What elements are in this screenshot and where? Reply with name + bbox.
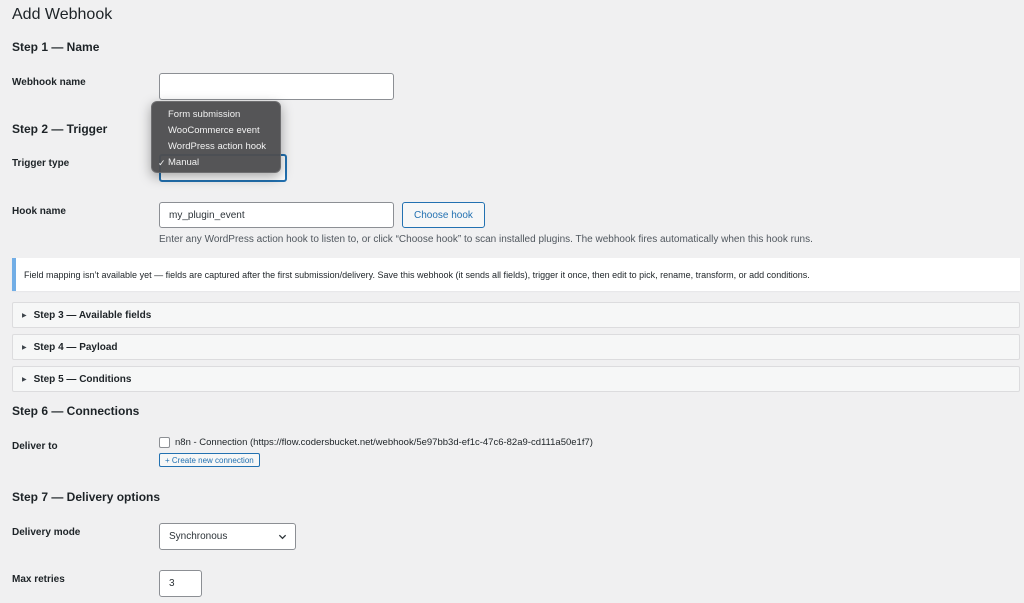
section-title: Step 5 — Conditions bbox=[33, 373, 132, 385]
checkmark-icon: ✓ bbox=[158, 158, 166, 168]
notice-text: Field mapping isn’t available yet — fiel… bbox=[24, 269, 810, 280]
step1-title: Step 1 — Name bbox=[12, 40, 100, 54]
delivery-mode-value: Synchronous bbox=[169, 531, 228, 542]
choose-hook-label: Choose hook bbox=[414, 209, 473, 221]
chevron-down-icon bbox=[278, 534, 287, 540]
option-label: Form submission bbox=[168, 109, 241, 120]
trigger-type-label: Trigger type bbox=[12, 158, 70, 169]
dropdown-option-form-submission[interactable]: Form submission bbox=[152, 107, 280, 123]
option-label: Manual bbox=[168, 157, 200, 168]
deliver-to-label: Deliver to bbox=[12, 441, 58, 452]
max-retries-input[interactable] bbox=[159, 570, 202, 597]
delivery-mode-label: Delivery mode bbox=[12, 527, 81, 538]
option-label: WordPress action hook bbox=[168, 141, 267, 152]
hook-name-label: Hook name bbox=[12, 206, 66, 217]
section-available-fields[interactable]: ▶ Step 3 — Available fields bbox=[12, 302, 1020, 328]
max-retries-label: Max retries bbox=[12, 574, 65, 585]
delivery-mode-select[interactable]: Synchronous bbox=[159, 523, 296, 550]
triangle-right-icon: ▶ bbox=[22, 312, 27, 319]
choose-hook-button[interactable]: Choose hook bbox=[402, 202, 485, 228]
step7-title: Step 7 — Delivery options bbox=[12, 490, 161, 504]
option-label: WooCommerce event bbox=[168, 125, 260, 136]
dropdown-option-manual[interactable]: ✓ Manual bbox=[152, 155, 280, 171]
triangle-right-icon: ▶ bbox=[22, 344, 27, 351]
connection-checkbox[interactable] bbox=[159, 437, 170, 448]
webhook-name-input[interactable] bbox=[159, 73, 394, 100]
dropdown-option-woocommerce-event[interactable]: WooCommerce event bbox=[152, 123, 280, 139]
webhook-name-label: Webhook name bbox=[12, 77, 86, 88]
step2-title: Step 2 — Trigger bbox=[12, 122, 108, 136]
hook-name-input[interactable] bbox=[159, 202, 394, 228]
trigger-type-dropdown: Form submission WooCommerce event WordPr… bbox=[151, 101, 281, 173]
create-connection-button[interactable]: + Create new connection bbox=[159, 453, 260, 467]
step6-title: Step 6 — Connections bbox=[12, 404, 140, 418]
connection-label: n8n - Connection (https://flow.codersbuc… bbox=[175, 437, 593, 448]
section-title: Step 3 — Available fields bbox=[33, 309, 152, 321]
create-connection-label: + Create new connection bbox=[165, 455, 254, 465]
triangle-right-icon: ▶ bbox=[22, 376, 27, 383]
dropdown-option-wordpress-action-hook[interactable]: WordPress action hook bbox=[152, 139, 280, 155]
field-mapping-notice: Field mapping isn’t available yet — fiel… bbox=[12, 258, 1020, 291]
section-conditions[interactable]: ▶ Step 5 — Conditions bbox=[12, 366, 1020, 392]
page-title: Add Webhook bbox=[12, 6, 113, 23]
hook-help-text: Enter any WordPress action hook to liste… bbox=[159, 234, 813, 245]
section-title: Step 4 — Payload bbox=[33, 341, 118, 353]
section-payload[interactable]: ▶ Step 4 — Payload bbox=[12, 334, 1020, 360]
